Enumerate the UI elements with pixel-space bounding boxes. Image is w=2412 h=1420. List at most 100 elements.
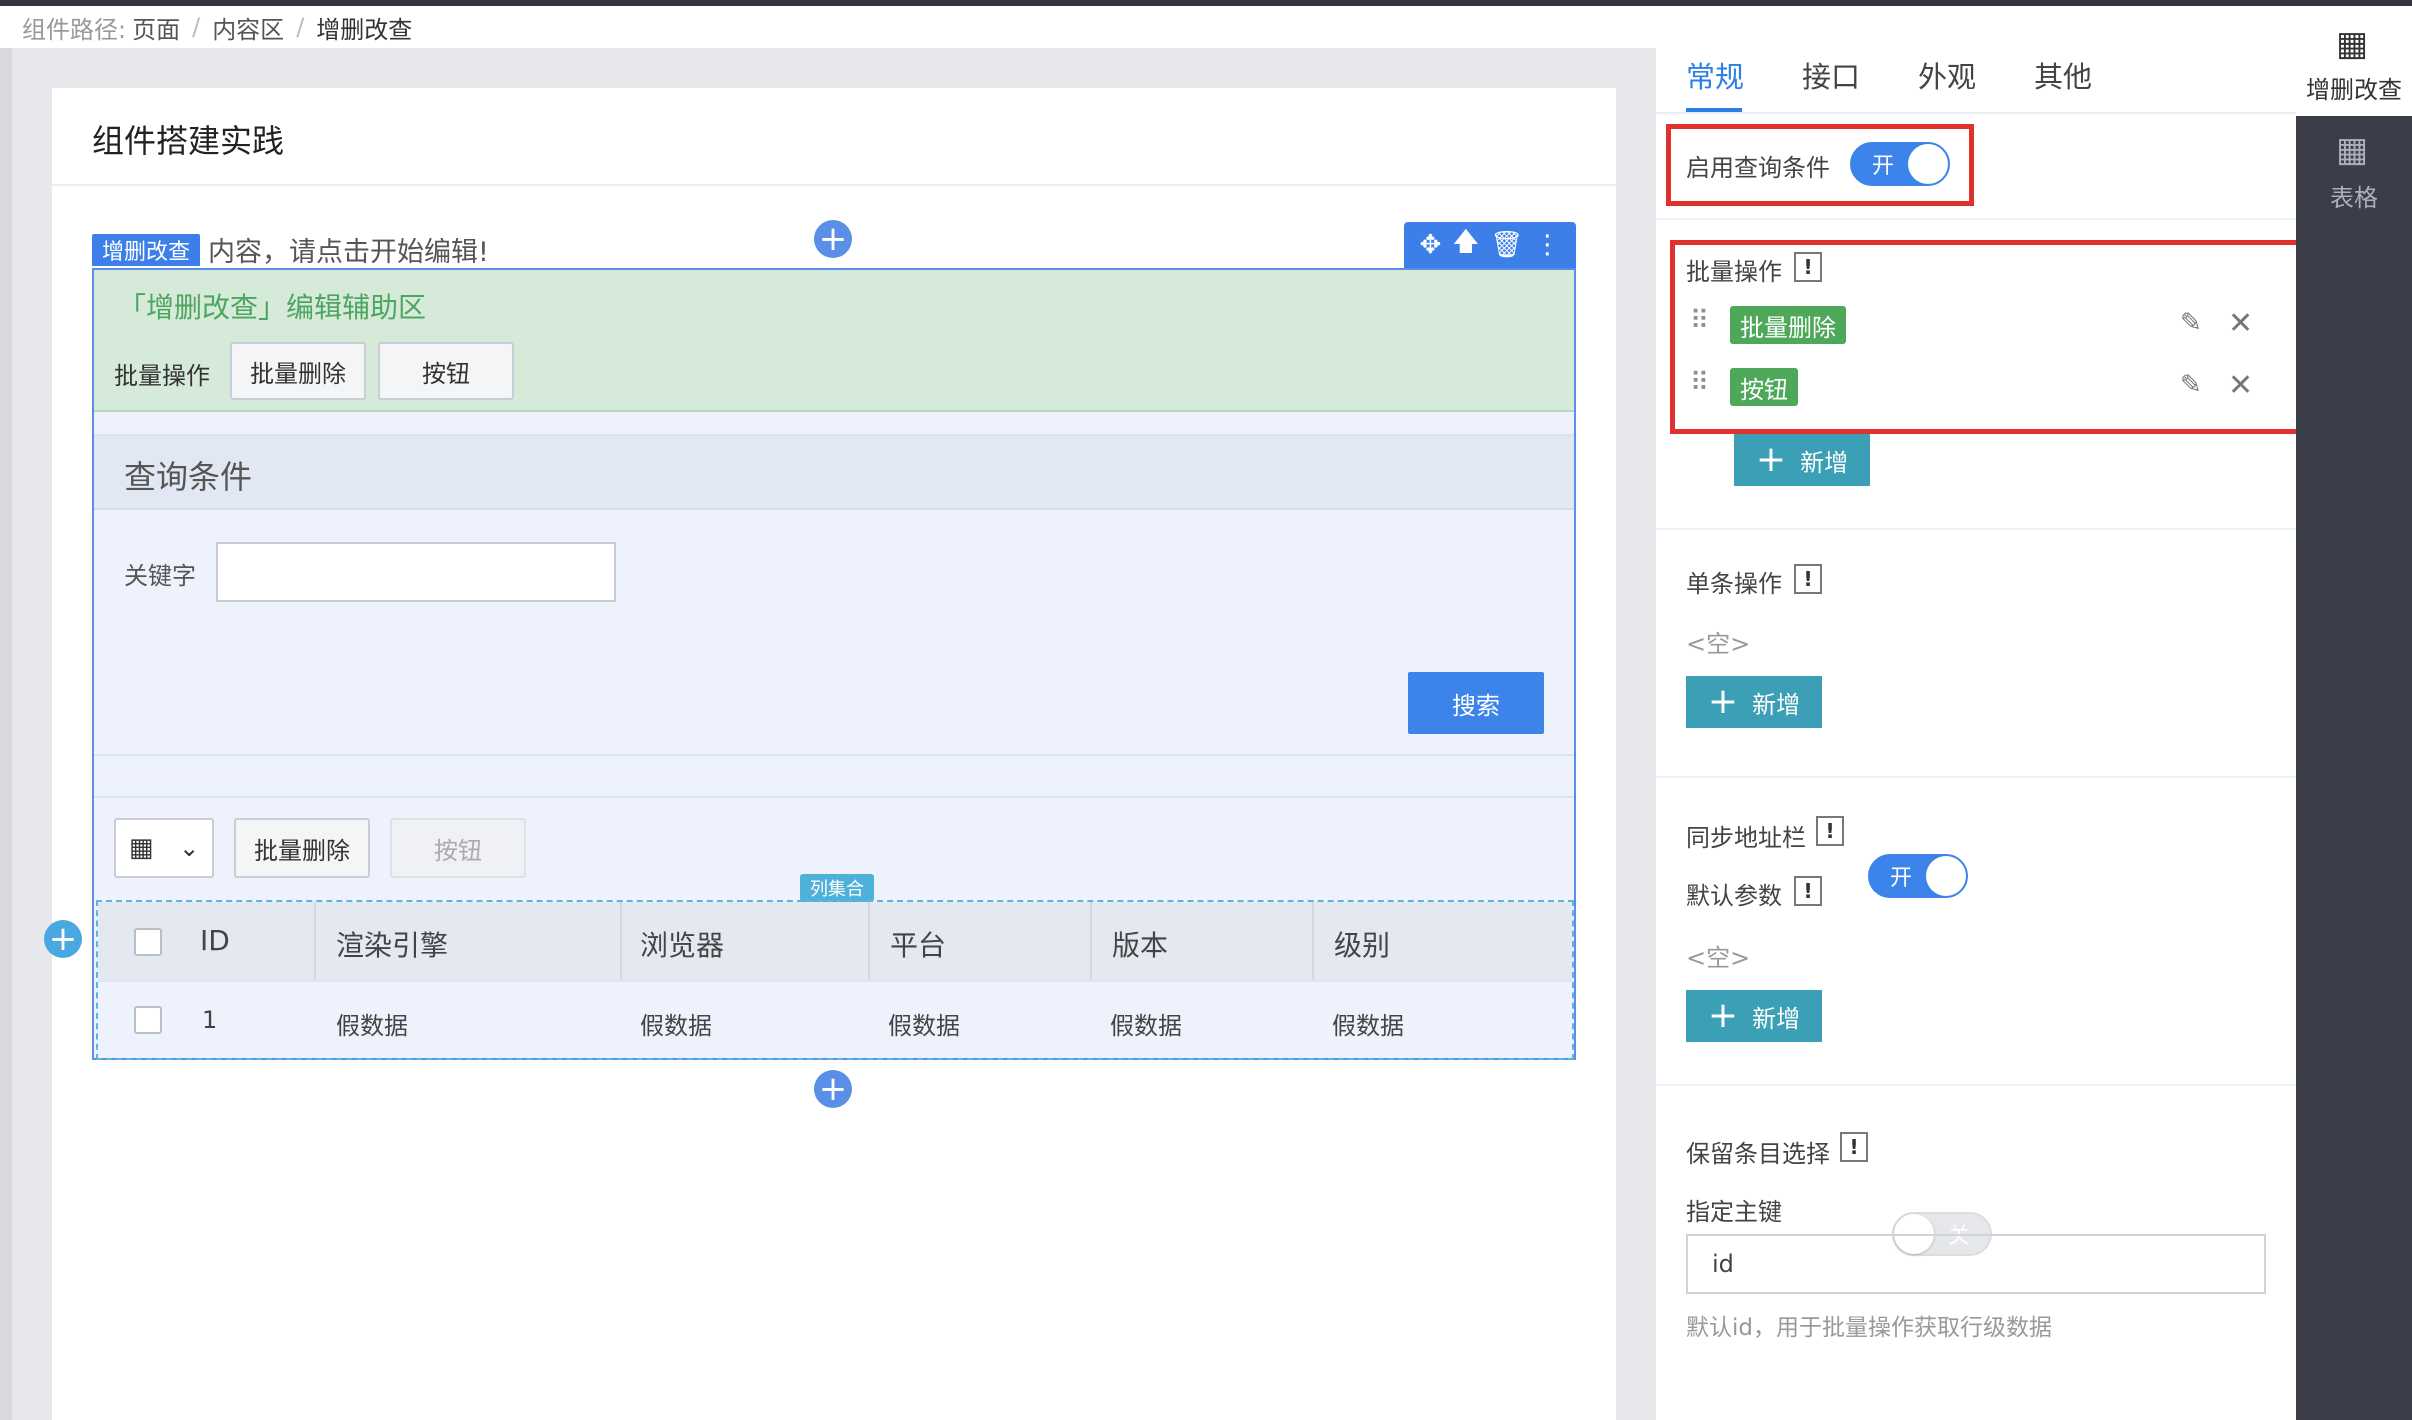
table-icon[interactable]: ▦ bbox=[2336, 130, 2368, 170]
component-sidebar bbox=[2296, 6, 2412, 1420]
edit-hint: 内容，请点击开始编辑! bbox=[208, 237, 489, 268]
section-spacer bbox=[94, 412, 1574, 436]
search-button[interactable]: 搜索 bbox=[1408, 672, 1544, 734]
close-icon[interactable]: ✕ bbox=[2228, 306, 2253, 341]
primary-key-label: 指定主键 bbox=[1686, 1198, 1782, 1226]
cell-browser: 假数据 bbox=[640, 1012, 712, 1040]
keyword-label: 关键字 bbox=[124, 562, 196, 590]
breadcrumb-item-current: 增删改查 bbox=[316, 15, 413, 44]
empty-text: <空> bbox=[1686, 944, 1751, 972]
add-below-icon[interactable]: + bbox=[814, 1070, 852, 1108]
bulk-add-button[interactable]: + 新增 bbox=[1734, 434, 1870, 486]
single-ops-label: 单条操作 bbox=[1686, 570, 1782, 598]
cell-engine: 假数据 bbox=[336, 1012, 408, 1040]
tabs-divider bbox=[1656, 112, 2296, 114]
sync-url-toggle[interactable]: 开 bbox=[1868, 854, 1968, 898]
col-browser: 浏览器 bbox=[640, 929, 725, 962]
assist-title: 「增删改查」编辑辅助区 bbox=[118, 291, 427, 324]
bulk-delete-button[interactable]: 批量删除 bbox=[234, 818, 370, 878]
cell-version: 假数据 bbox=[1110, 1012, 1182, 1040]
bulk-ops-label: 批量操作 bbox=[1686, 258, 1782, 286]
query-header bbox=[94, 436, 1574, 510]
default-params-label: 默认参数 bbox=[1686, 882, 1782, 910]
assist-bulk-delete-button[interactable]: 批量删除 bbox=[230, 342, 366, 400]
col-version: 版本 bbox=[1112, 929, 1169, 962]
params-add-button[interactable]: + 新增 bbox=[1686, 990, 1822, 1042]
more-icon[interactable]: ⋮ bbox=[1534, 230, 1560, 260]
section-spacer-2 bbox=[94, 754, 1574, 798]
cell-level: 假数据 bbox=[1332, 1012, 1404, 1040]
sidebar-item-label: 增删改查 bbox=[2306, 76, 2402, 104]
pencil-icon[interactable]: ✎ bbox=[2180, 308, 2202, 338]
breadcrumb-item-content[interactable]: 内容区 bbox=[212, 10, 284, 45]
grid-icon: ▦ bbox=[128, 833, 154, 863]
divider bbox=[52, 184, 1616, 186]
plus-icon: + bbox=[1755, 439, 1787, 480]
tab-other[interactable]: 其他 bbox=[2034, 54, 2092, 96]
tab-appearance[interactable]: 外观 bbox=[1918, 54, 1976, 96]
close-icon[interactable]: ✕ bbox=[2228, 368, 2253, 403]
table-icon: ▦ bbox=[2336, 24, 2369, 64]
disabled-button[interactable]: 按钮 bbox=[390, 818, 526, 878]
drag-handle-icon[interactable]: ⠿ bbox=[1690, 368, 1709, 398]
canvas-left-gutter bbox=[0, 48, 12, 1420]
divider bbox=[1656, 218, 2296, 220]
component-toolbox: ✥ 🡅 🗑 ⋮ bbox=[1404, 222, 1576, 268]
row-checkbox[interactable] bbox=[134, 1006, 162, 1034]
plus-icon: + bbox=[1707, 681, 1739, 722]
empty-text: <空> bbox=[1686, 630, 1751, 658]
bulk-label: 批量操作 bbox=[114, 362, 210, 390]
col-level: 级别 bbox=[1334, 929, 1391, 962]
divider bbox=[1656, 776, 2296, 778]
col-divider bbox=[868, 902, 870, 980]
col-id: ID bbox=[200, 924, 230, 957]
sync-url-label: 同步地址栏 bbox=[1686, 824, 1806, 852]
columns-tag: 列集合 bbox=[800, 874, 874, 902]
query-title: 查询条件 bbox=[124, 458, 253, 496]
col-engine: 渲染引擎 bbox=[336, 929, 449, 962]
info-icon[interactable]: ! bbox=[1840, 1132, 1868, 1162]
pencil-icon[interactable]: ✎ bbox=[2180, 370, 2202, 400]
move-icon[interactable]: ✥ bbox=[1420, 230, 1442, 260]
info-icon[interactable]: ! bbox=[1794, 876, 1822, 906]
toggle-knob bbox=[1908, 144, 1948, 184]
enable-query-toggle[interactable]: 开 bbox=[1850, 142, 1950, 186]
enable-query-label: 启用查询条件 bbox=[1686, 154, 1830, 182]
keyword-input[interactable] bbox=[216, 542, 616, 602]
single-add-button[interactable]: + 新增 bbox=[1686, 676, 1822, 728]
assist-button[interactable]: 按钮 bbox=[378, 342, 514, 400]
primary-key-hint: 默认id，用于批量操作获取行级数据 bbox=[1686, 1315, 2052, 1341]
info-icon[interactable]: ! bbox=[1816, 816, 1844, 846]
toggle-knob bbox=[1926, 856, 1966, 896]
plus-icon: + bbox=[1707, 995, 1739, 1036]
add-above-icon[interactable]: + bbox=[814, 220, 852, 258]
tab-general[interactable]: 常规 bbox=[1686, 54, 1744, 96]
breadcrumb-label: 组件路径: bbox=[22, 15, 127, 44]
cell-platform: 假数据 bbox=[888, 1012, 960, 1040]
add-column-icon[interactable]: + bbox=[44, 920, 82, 958]
sidebar-item-table[interactable]: 表格 bbox=[2296, 178, 2412, 213]
bulk-item-tag: 按钮 bbox=[1730, 368, 1798, 406]
info-icon[interactable]: ! bbox=[1794, 252, 1822, 282]
tab-api[interactable]: 接口 bbox=[1802, 54, 1860, 96]
breadcrumb-item-page[interactable]: 页面 bbox=[132, 10, 180, 45]
breadcrumb: 组件路径: 页面 / 内容区 / 增删改查 bbox=[0, 6, 1656, 48]
primary-key-input[interactable]: id bbox=[1686, 1234, 2266, 1294]
col-divider bbox=[620, 902, 622, 980]
divider bbox=[1656, 1084, 2296, 1086]
component-tag: 增删改查 bbox=[92, 234, 201, 266]
column-toggle[interactable]: ▦ ⌄ bbox=[114, 818, 214, 878]
info-icon[interactable]: ! bbox=[1794, 564, 1822, 594]
arrow-up-icon[interactable]: 🡅 bbox=[1452, 223, 1479, 267]
col-divider bbox=[1090, 902, 1092, 980]
col-platform: 平台 bbox=[890, 929, 947, 962]
page-title: 组件搭建实践 bbox=[92, 122, 285, 160]
cell-id: 1 bbox=[202, 1006, 218, 1034]
select-all-checkbox[interactable] bbox=[134, 928, 162, 956]
bulk-item-tag: 批量删除 bbox=[1730, 306, 1846, 344]
col-divider bbox=[1312, 902, 1314, 980]
trash-icon[interactable]: 🗑 bbox=[1490, 230, 1523, 260]
col-divider bbox=[314, 902, 316, 980]
divider bbox=[1656, 528, 2296, 530]
drag-handle-icon[interactable]: ⠿ bbox=[1690, 306, 1709, 336]
